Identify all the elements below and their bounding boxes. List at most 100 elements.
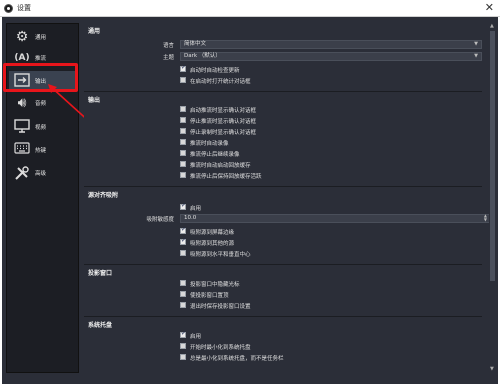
checkbox[interactable] <box>180 226 186 234</box>
check-always-on-top[interactable]: 使投影窗口置顶 <box>180 290 480 299</box>
tools-icon <box>13 165 31 181</box>
obs-logo-icon <box>4 4 13 13</box>
checkbox-label: 启动时自动检查更新 <box>190 68 240 74</box>
theme-select[interactable]: Dark （默认） ▼ <box>180 52 482 61</box>
check-tray-always-minimize[interactable]: 总是最小化到系统托盘，而不是任务栏 <box>180 353 480 362</box>
projectors-section: 投影窗口 投影窗口中隐藏光标 使投影窗口置顶 退出时保存投影窗口设置 <box>84 264 482 314</box>
checkbox-label: 在启动时打开统计对话框 <box>190 79 251 85</box>
check-confirm-start-stream[interactable]: 启动推流时显示确认对话框 <box>180 105 480 114</box>
section-title: 输出 <box>88 97 101 104</box>
checkbox[interactable] <box>180 237 186 245</box>
spin-arrows-icon[interactable]: ▲ ▼ <box>484 214 487 222</box>
checkbox[interactable] <box>180 77 186 83</box>
sidebar-item-label: 通用 <box>35 35 47 41</box>
language-value: 简体中文 <box>184 41 207 47</box>
checkbox[interactable] <box>180 250 186 256</box>
checkbox[interactable] <box>180 139 186 145</box>
check-confirm-stop-stream[interactable]: 停止推流时显示确认对话框 <box>180 116 480 125</box>
section-title: 通用 <box>88 28 101 35</box>
checkbox-label: 推流时自动录像 <box>190 141 229 147</box>
window-titlebar: 设置 ✕ <box>0 0 500 17</box>
snapping-section: 源对齐吸附 启用 吸附敏感度 10.0 ▲▼ 吸附源到屏幕边缘 吸附源到其他的源… <box>84 186 489 262</box>
check-snap-screen-edges[interactable]: 吸附源到屏幕边缘 <box>180 226 480 236</box>
checkbox-label: 退出时保存投影窗口设置 <box>190 304 251 310</box>
checkbox[interactable] <box>180 343 186 349</box>
checkbox[interactable] <box>180 330 186 338</box>
check-auto-update[interactable]: 启动时自动检查更新 <box>180 64 480 74</box>
theme-label: 主题 <box>162 55 174 61</box>
checkbox-label: 吸附源到屏幕边缘 <box>190 230 235 236</box>
tray-section: 系统托盘 启用 开始时最小化到系统托盘 总是最小化到系统托盘，而不是任务栏 <box>84 316 482 373</box>
theme-value: Dark （默认） <box>184 53 221 59</box>
sidebar-item-advanced[interactable]: 高级 <box>9 163 78 183</box>
chevron-down-icon: ▼ <box>474 53 478 59</box>
checkbox-label: 总是最小化到系统托盘，而不是任务栏 <box>190 356 284 362</box>
section-title: 投影窗口 <box>88 270 113 277</box>
checkbox-label: 启动推流时显示确认对话框 <box>190 108 257 114</box>
checkbox-label: 启用 <box>190 334 202 340</box>
output-section: 输出 启动推流时显示确认对话框 停止推流时显示确认对话框 停止录制时显示确认对话… <box>84 91 482 185</box>
checkbox-label: 推流时自动启动回放缓存 <box>190 163 251 169</box>
checkbox[interactable] <box>180 172 186 178</box>
check-auto-replay-buffer[interactable]: 推流时自动启动回放缓存 <box>180 160 480 169</box>
sidebar-item-hotkeys[interactable]: 热键 <box>9 140 78 160</box>
check-save-projectors[interactable]: 退出时保存投影窗口设置 <box>180 301 480 310</box>
window-title: 设置 <box>17 4 31 12</box>
general-section: 通用 语言 简体中文 ▼ 主题 Dark （默认） ▼ 启动时自动检查更新 在启… <box>84 23 482 89</box>
checkbox[interactable] <box>180 150 186 156</box>
checkbox[interactable] <box>180 128 186 134</box>
checkbox[interactable] <box>180 291 186 297</box>
checkbox[interactable] <box>180 280 186 286</box>
scrollbar-thumb[interactable] <box>490 31 495 281</box>
checkbox-label: 开始时最小化到系统托盘 <box>190 345 251 351</box>
check-snapping-enable[interactable]: 启用 <box>180 202 480 212</box>
check-stats-on-start[interactable]: 在启动时打开统计对话框 <box>180 76 480 85</box>
section-title: 源对齐吸附 <box>88 192 119 199</box>
language-label: 语言 <box>162 43 174 49</box>
sensitivity-value: 10.0 <box>184 215 197 221</box>
keyboard-icon <box>13 142 31 158</box>
sensitivity-label: 吸附敏感度 <box>146 217 174 223</box>
checkbox[interactable] <box>180 354 186 360</box>
close-icon[interactable]: ✕ <box>485 1 494 14</box>
checkbox[interactable] <box>180 117 186 123</box>
check-tray-minimize-start[interactable]: 开始时最小化到系统托盘 <box>180 342 480 351</box>
checkbox-label: 使投影窗口置顶 <box>190 293 229 299</box>
sidebar-item-label: 高级 <box>35 171 47 177</box>
check-confirm-stop-record[interactable]: 停止录制时显示确认对话框 <box>180 127 480 136</box>
check-snap-other-sources[interactable]: 吸附源到其他的源 <box>180 237 480 247</box>
check-snap-center[interactable]: 吸附源到水平和垂直中心 <box>180 249 480 258</box>
checkbox-label: 启用 <box>190 206 202 212</box>
check-keep-replay-buffer[interactable]: 推流停止后保持回放缓存活跃 <box>180 171 480 180</box>
checkbox[interactable] <box>180 106 186 112</box>
check-hide-cursor[interactable]: 投影窗口中隐藏光标 <box>180 279 480 288</box>
check-tray-enable[interactable]: 启用 <box>180 330 480 340</box>
checkbox-label: 停止推流时显示确认对话框 <box>190 119 257 125</box>
sidebar-item-label: 热键 <box>35 148 47 154</box>
checkbox[interactable] <box>180 64 186 72</box>
check-auto-record[interactable]: 推流时自动录像 <box>180 138 480 147</box>
check-keep-recording[interactable]: 推流停止后继续录像 <box>180 149 480 158</box>
checkbox[interactable] <box>180 202 186 210</box>
speaker-icon: 🔊︎ <box>17 95 27 111</box>
chevron-down-icon: ▼ <box>474 41 478 47</box>
scroll-up-icon[interactable]: ▲ <box>490 23 494 29</box>
monitor-icon <box>13 119 31 135</box>
checkbox-label: 推流停止后继续录像 <box>190 152 240 158</box>
sensitivity-input[interactable]: 10.0 ▲ ▼ <box>180 214 489 223</box>
section-title: 系统托盘 <box>88 322 113 329</box>
checkbox-label: 停止录制时显示确认对话框 <box>190 130 257 136</box>
gear-icon: ⚙ <box>15 29 29 45</box>
checkbox[interactable] <box>180 161 186 167</box>
checkbox-label: 推流停止后保持回放缓存活跃 <box>190 174 262 180</box>
sidebar-item-label: 推流 <box>35 56 47 62</box>
content-scrollbar[interactable]: ▲ ▼ <box>489 23 496 373</box>
checkbox-label: 吸附源到其他的源 <box>190 241 235 247</box>
sidebar-item-general[interactable]: ⚙ 通用 <box>9 27 78 47</box>
scroll-down-icon[interactable]: ▼ <box>490 366 494 372</box>
language-select[interactable]: 简体中文 ▼ <box>180 40 482 49</box>
checkbox[interactable] <box>180 302 186 308</box>
checkbox-label: 投影窗口中隐藏光标 <box>190 282 240 288</box>
checkbox-label: 吸附源到水平和垂直中心 <box>190 252 251 258</box>
settings-content: 通用 语言 简体中文 ▼ 主题 Dark （默认） ▼ 启动时自动检查更新 在启… <box>84 23 489 373</box>
